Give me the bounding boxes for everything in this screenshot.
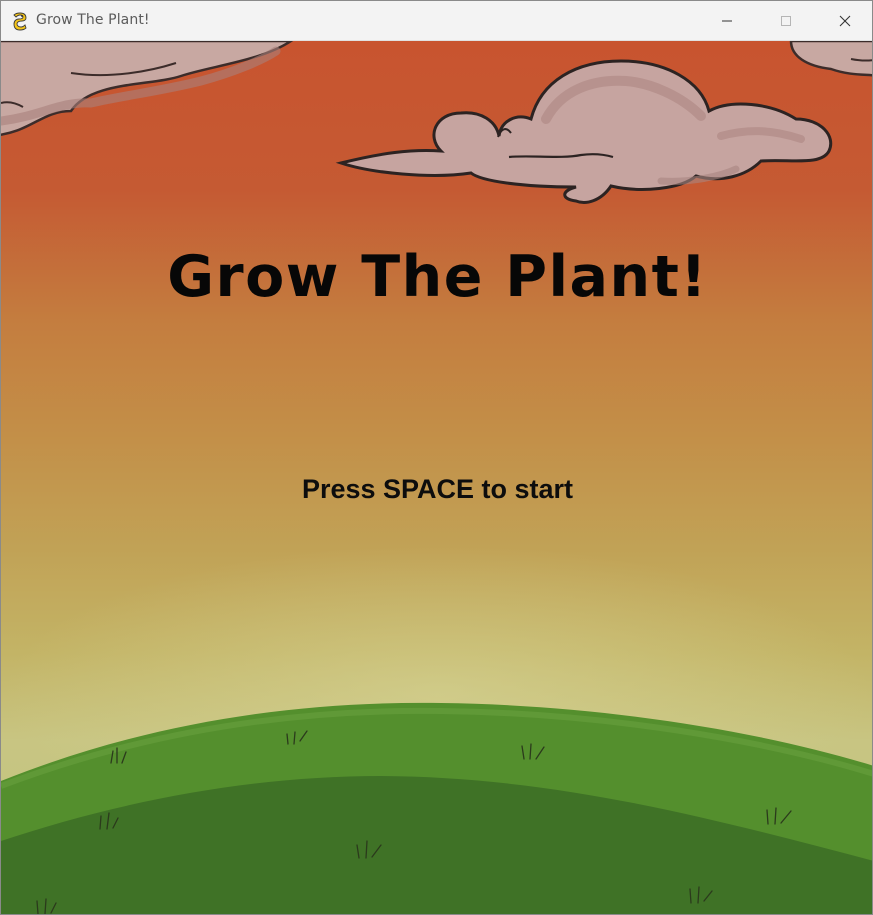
close-icon: [839, 15, 851, 27]
maximize-button[interactable]: [757, 1, 815, 41]
start-prompt: Press SPACE to start: [301, 474, 574, 504]
window-title: Grow The Plant!: [36, 12, 150, 28]
pygame-snake-icon: [10, 11, 30, 31]
minimize-icon: [721, 15, 733, 27]
title-bar[interactable]: Grow The Plant!: [1, 1, 872, 41]
game-canvas[interactable]: Grow The Plant! Press SPACE to start: [1, 41, 872, 914]
app-window: Grow The Plant! Grow The Plant! Press SP…: [0, 0, 873, 915]
game-title: Grow The Plant!: [167, 244, 708, 310]
maximize-icon: [780, 15, 792, 27]
close-button[interactable]: [816, 1, 872, 41]
minimize-button[interactable]: [698, 1, 756, 41]
